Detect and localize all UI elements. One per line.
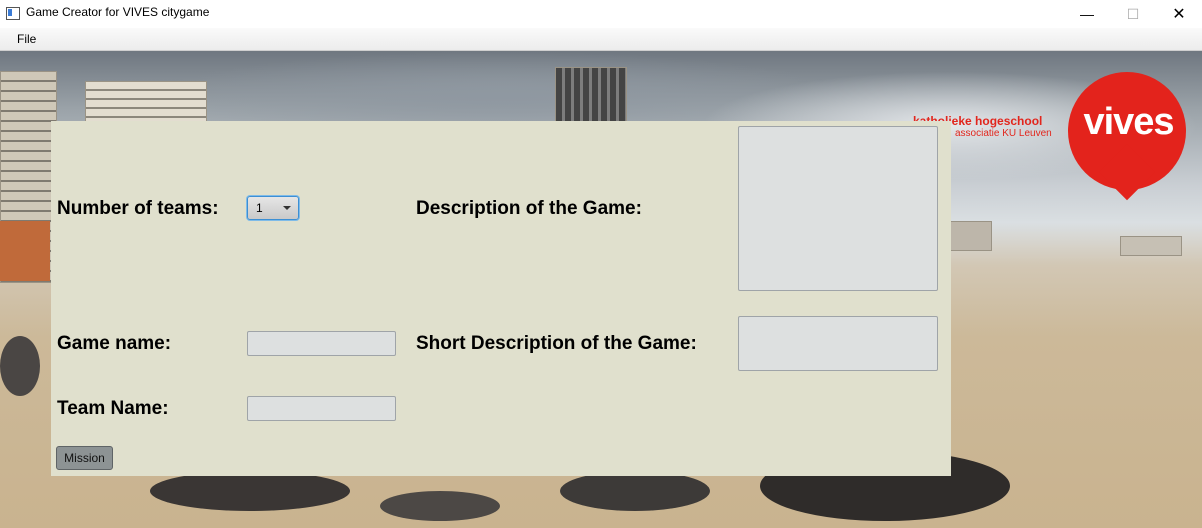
game-name-input[interactable] <box>247 331 396 356</box>
mission-button[interactable]: Mission <box>56 446 113 470</box>
rock <box>380 491 500 521</box>
logo-word: vives <box>1083 101 1174 143</box>
menu-bar: File <box>0 28 1202 51</box>
description-label: Description of the Game: <box>416 198 642 219</box>
team-name-label: Team Name: <box>57 398 169 419</box>
description-textarea[interactable] <box>738 126 938 291</box>
title-bar: Game Creator for VIVES citygame — ☐ ✕ <box>0 0 1202 29</box>
app-window-icon <box>6 7 20 20</box>
building <box>1120 236 1182 256</box>
building <box>555 67 627 124</box>
chevron-down-icon <box>283 206 291 210</box>
building <box>950 221 992 251</box>
teams-combobox-value: 1 <box>256 201 263 215</box>
short-description-label: Short Description of the Game: <box>416 333 697 354</box>
maximize-button[interactable]: ☐ <box>1110 0 1156 28</box>
rock <box>560 471 710 511</box>
team-name-input[interactable] <box>247 396 396 421</box>
teams-combobox[interactable]: 1 <box>247 196 299 220</box>
rock <box>150 471 350 511</box>
logo-line2: associatie KU Leuven <box>955 128 1052 139</box>
minimize-button[interactable]: — <box>1064 0 1110 28</box>
short-description-textarea[interactable] <box>738 316 938 371</box>
rock <box>0 336 40 396</box>
teams-label: Number of teams: <box>57 198 219 219</box>
game-name-label: Game name: <box>57 333 172 354</box>
window-title: Game Creator for VIVES citygame <box>26 5 210 19</box>
close-button[interactable]: ✕ <box>1156 0 1202 28</box>
cliff <box>0 221 50 281</box>
menu-file[interactable]: File <box>17 32 36 46</box>
